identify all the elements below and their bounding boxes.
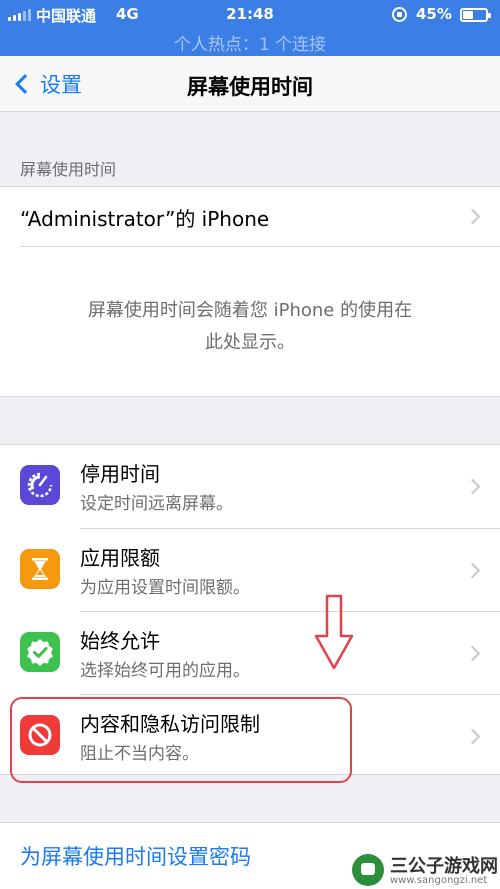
status-bar: 中国联通 4G 21:48 45% 个人热点：1 个连接	[0, 0, 500, 56]
usage-summary-placeholder: 屏幕使用时间会随着您 iPhone 的使用在 此处显示。	[40, 295, 460, 359]
downtime-icon	[20, 465, 60, 505]
chevron-right-icon	[464, 208, 481, 225]
page-title: 屏幕使用时间	[187, 75, 313, 99]
section-header: 屏幕使用时间	[20, 160, 117, 179]
battery-icon	[460, 8, 491, 22]
chevron-right-icon	[464, 562, 481, 579]
battery-percentage: 45%	[416, 5, 452, 23]
chevron-right-icon	[464, 645, 481, 662]
chevron-right-icon	[464, 728, 481, 745]
list-item-subtitle: 为应用设置时间限额。	[80, 578, 250, 598]
set-passcode-link[interactable]: 为屏幕使用时间设置密码	[20, 841, 251, 871]
hourglass-icon	[20, 549, 60, 589]
list-item-downtime[interactable]: 停用时间 设定时间远离屏幕。	[0, 445, 500, 528]
highlight-annotation	[10, 697, 352, 783]
usage-summary-line: 此处显示。	[205, 332, 295, 353]
watermark: 三公子游戏网 www.sangongzi.net	[352, 852, 498, 888]
orientation-lock-icon	[392, 7, 407, 22]
usage-summary-line: 屏幕使用时间会随着您 iPhone 的使用在	[87, 300, 413, 321]
hotspot-banner[interactable]: 个人热点：1 个连接	[0, 30, 500, 55]
device-name: “Administrator”的 iPhone	[20, 207, 270, 231]
list-item-title: 停用时间	[80, 462, 160, 486]
list-item-always-allowed[interactable]: 始终允许 选择始终可用的应用。	[0, 612, 500, 695]
device-row[interactable]: “Administrator”的 iPhone	[0, 187, 500, 247]
chevron-right-icon	[464, 478, 481, 495]
list-item-app-limits[interactable]: 应用限额 为应用设置时间限额。	[0, 529, 500, 612]
navigation-bar: 设置 屏幕使用时间	[0, 56, 500, 112]
list-item-subtitle: 选择始终可用的应用。	[80, 661, 250, 681]
arrow-down-annotation-icon	[314, 594, 354, 670]
list-item-title: 始终允许	[80, 629, 160, 653]
watermark-url: www.sangongzi.net	[390, 875, 488, 886]
checkmark-badge-icon	[20, 632, 60, 672]
device-group: “Administrator”的 iPhone 屏幕使用时间会随着您 iPhon…	[0, 186, 500, 397]
list-item-title: 应用限额	[80, 546, 160, 570]
android-logo-icon	[352, 854, 384, 886]
list-item-subtitle: 设定时间远离屏幕。	[80, 494, 233, 514]
row-separator	[20, 246, 500, 247]
